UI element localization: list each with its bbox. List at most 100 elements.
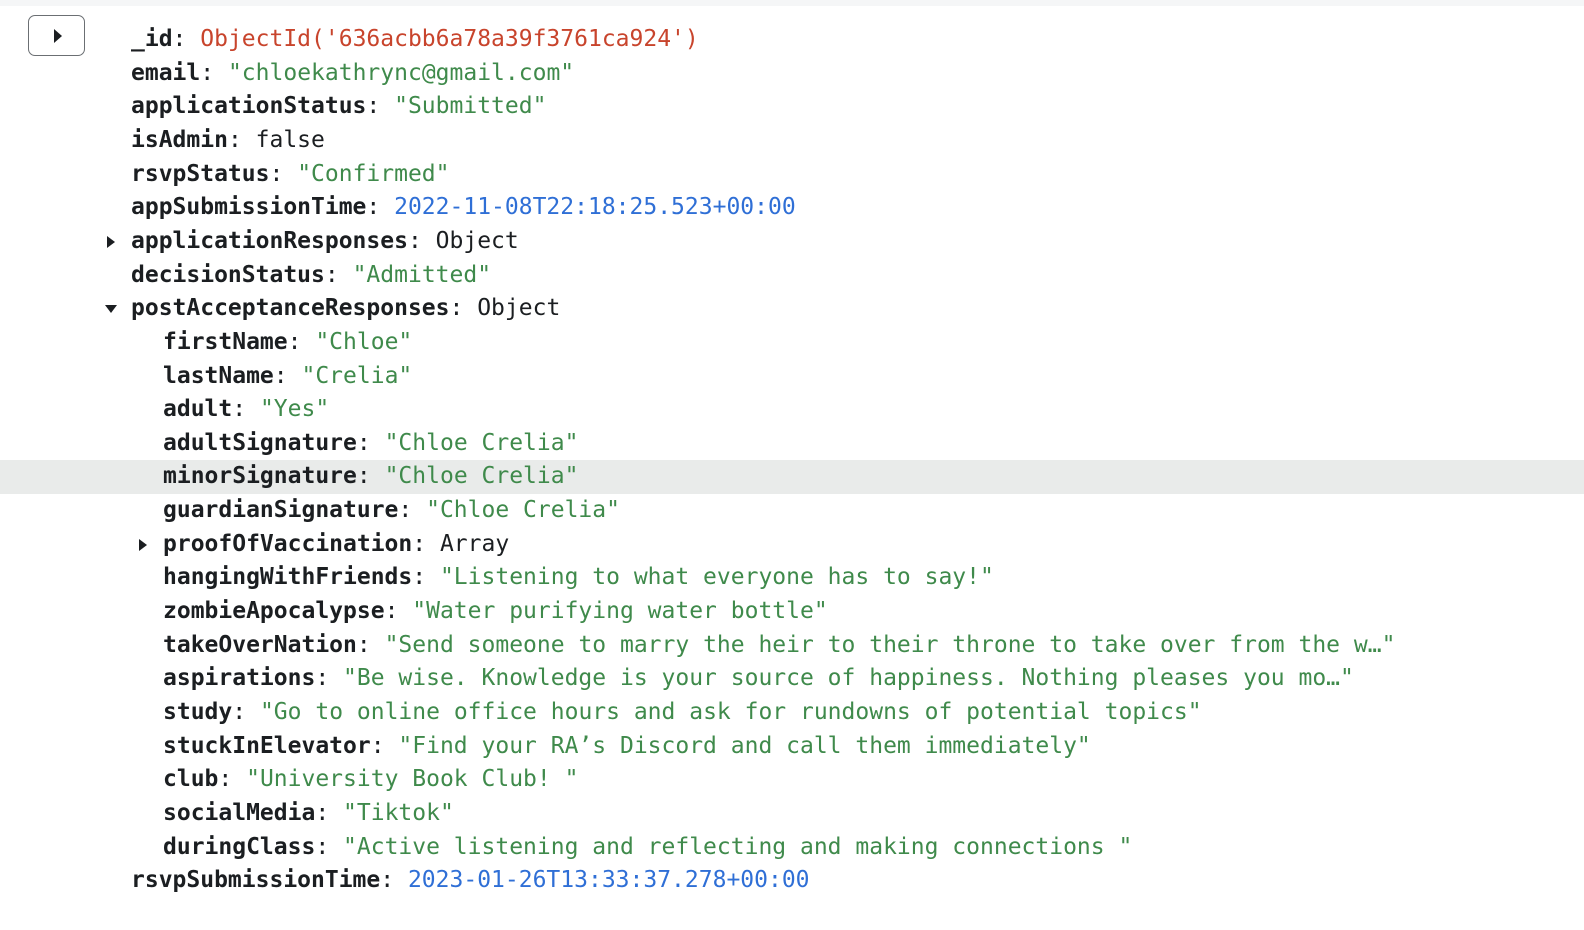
field-key: isAdmin: [131, 126, 228, 153]
field-row-zombieApocalypse[interactable]: zombieApocalypse: "Water purifying water…: [0, 595, 1584, 629]
field-key: applicationResponses: [131, 227, 408, 254]
field-key: aspirations: [163, 665, 316, 692]
field-row-socialMedia[interactable]: socialMedia: "Tiktok": [0, 797, 1584, 831]
field-key: decisionStatus: [131, 261, 325, 288]
field-row-stuckInElevator[interactable]: stuckInElevator: "Find your RA’s Discord…: [0, 730, 1584, 764]
field-value: "Chloe": [315, 328, 413, 355]
field-value: "Be wise. Knowledge is your source of ha…: [343, 665, 1354, 692]
field-content: duringClass: "Active listening and refle…: [163, 831, 1132, 865]
field-row-hangingWithFriends[interactable]: hangingWithFriends: "Listening to what e…: [0, 561, 1584, 595]
field-row-decisionStatus[interactable]: decisionStatus: "Admitted": [0, 259, 1584, 293]
field-value: "Active listening and reflecting and mak…: [343, 833, 1133, 860]
field-content: socialMedia: "Tiktok": [163, 797, 454, 831]
field-row-email[interactable]: email: "chloekathrync@gmail.com": [0, 57, 1584, 91]
field-separator: :: [356, 429, 385, 456]
field-content: applicationResponses: Object: [131, 225, 519, 259]
field-row-appSubmissionTime[interactable]: appSubmissionTime: 2022-11-08T22:18:25.5…: [0, 191, 1584, 225]
field-separator: :: [232, 699, 260, 725]
field-value: Object: [435, 227, 519, 254]
field-separator: :: [380, 867, 408, 894]
field-content: appSubmissionTime: 2022-11-08T22:18:25.5…: [131, 191, 796, 225]
field-value: 2023-01-26T13:33:37.278+00:00: [407, 867, 810, 894]
field-row-study[interactable]: study: "Go to online office hours and as…: [0, 696, 1584, 730]
field-value: "Send someone to marry the heir to their…: [384, 631, 1396, 658]
field-value: "Admitted": [352, 261, 492, 288]
field-key: proofOfVaccination: [163, 530, 413, 557]
field-value: "Tiktok": [343, 799, 454, 826]
field-separator: :: [370, 732, 399, 759]
field-row-adult[interactable]: adult: "Yes": [0, 393, 1584, 427]
field-value: 2022-11-08T22:18:25.523+00:00: [394, 194, 796, 221]
field-key: rsvpSubmissionTime: [131, 867, 381, 894]
field-key: adult: [163, 396, 233, 423]
field-row-aspirations[interactable]: aspirations: "Be wise. Knowledge is your…: [0, 662, 1584, 696]
field-content: postAcceptanceResponses: Object: [131, 292, 560, 326]
field-content: aspirations: "Be wise. Knowledge is your…: [163, 662, 1354, 696]
field-key: firstName: [163, 328, 288, 355]
field-value: "Chloe Crelia": [384, 429, 579, 456]
field-content: zombieApocalypse: "Water purifying water…: [163, 595, 828, 629]
field-content: proofOfVaccination: Array: [163, 528, 509, 562]
field-value: "Chloe Crelia": [384, 463, 579, 490]
field-key: _id: [131, 26, 173, 52]
field-separator: :: [384, 598, 413, 624]
field-value: "Crelia": [301, 362, 413, 389]
caret-down-icon[interactable]: [105, 303, 117, 315]
field-separator: :: [218, 766, 247, 793]
field-content: firstName: "Chloe": [163, 326, 412, 360]
field-value: Array: [439, 530, 510, 557]
field-value: "Chloe Crelia": [426, 497, 620, 524]
field-content: _id: ObjectId('636acbb6a78a39f3761ca924'…: [131, 23, 699, 57]
field-separator: :: [356, 463, 385, 490]
field-value: "Confirmed": [297, 160, 450, 187]
field-content: minorSignature: "Chloe Crelia": [163, 460, 578, 494]
field-separator: :: [412, 564, 440, 591]
field-row-duringClass[interactable]: duringClass: "Active listening and refle…: [0, 831, 1584, 865]
field-key: zombieApocalypse: [163, 598, 385, 624]
field-row-postAcceptanceResponses[interactable]: postAcceptanceResponses: Object: [0, 292, 1584, 326]
field-content: guardianSignature: "Chloe Crelia": [163, 494, 620, 528]
field-row-rsvpStatus[interactable]: rsvpStatus: "Confirmed": [0, 158, 1584, 192]
caret-right-icon[interactable]: [105, 235, 117, 248]
field-separator: :: [366, 93, 395, 120]
field-row-takeOverNation[interactable]: takeOverNation: "Send someone to marry t…: [0, 629, 1584, 663]
field-separator: :: [315, 833, 344, 860]
field-key: postAcceptanceResponses: [131, 295, 450, 322]
field-content: rsvpSubmissionTime: 2023-01-26T13:33:37.…: [131, 864, 810, 898]
field-key: study: [163, 699, 233, 725]
field-row-applicationResponses[interactable]: applicationResponses: Object: [0, 225, 1584, 259]
field-content: study: "Go to online office hours and as…: [163, 696, 1202, 730]
field-row-minorSignature[interactable]: minorSignature: "Chloe Crelia": [0, 460, 1584, 494]
field-content: hangingWithFriends: "Listening to what e…: [163, 561, 994, 595]
field-content: decisionStatus: "Admitted": [131, 259, 491, 293]
field-separator: :: [315, 799, 344, 826]
field-separator: :: [449, 295, 478, 322]
field-value: "Go to online office hours and ask for r…: [259, 699, 1202, 725]
field-separator: :: [356, 631, 385, 658]
field-row-isAdmin[interactable]: isAdmin: false: [0, 124, 1584, 158]
field-row-rsvpSubmissionTime[interactable]: rsvpSubmissionTime: 2023-01-26T13:33:37.…: [0, 864, 1584, 898]
field-row-lastName[interactable]: lastName: "Crelia": [0, 360, 1584, 394]
field-value: "Listening to what everyone has to say!": [439, 564, 994, 591]
field-row-firstName[interactable]: firstName: "Chloe": [0, 326, 1584, 360]
field-value: ObjectId('636acbb6a78a39f3761ca924'): [200, 26, 699, 52]
field-separator: :: [412, 530, 440, 557]
top-strip: [0, 0, 1584, 6]
field-separator: :: [287, 328, 316, 355]
field-separator: :: [398, 497, 427, 524]
field-key: socialMedia: [163, 799, 316, 826]
field-separator: :: [227, 126, 256, 153]
field-row-adultSignature[interactable]: adultSignature: "Chloe Crelia": [0, 427, 1584, 461]
field-key: duringClass: [163, 833, 316, 860]
field-row-proofOfVaccination[interactable]: proofOfVaccination: Array: [0, 528, 1584, 562]
field-row-guardianSignature[interactable]: guardianSignature: "Chloe Crelia": [0, 494, 1584, 528]
field-row-applicationStatus[interactable]: applicationStatus: "Submitted": [0, 90, 1584, 124]
field-key: guardianSignature: [163, 497, 399, 524]
caret-right-icon[interactable]: [137, 538, 149, 551]
field-value: "Water purifying water bottle": [412, 598, 828, 624]
field-content: adultSignature: "Chloe Crelia": [163, 427, 578, 461]
field-key: hangingWithFriends: [163, 564, 413, 591]
field-row-club[interactable]: club: "University Book Club! ": [0, 763, 1584, 797]
field-key: minorSignature: [163, 463, 357, 490]
field-row-_id[interactable]: _id: ObjectId('636acbb6a78a39f3761ca924'…: [0, 23, 1584, 57]
